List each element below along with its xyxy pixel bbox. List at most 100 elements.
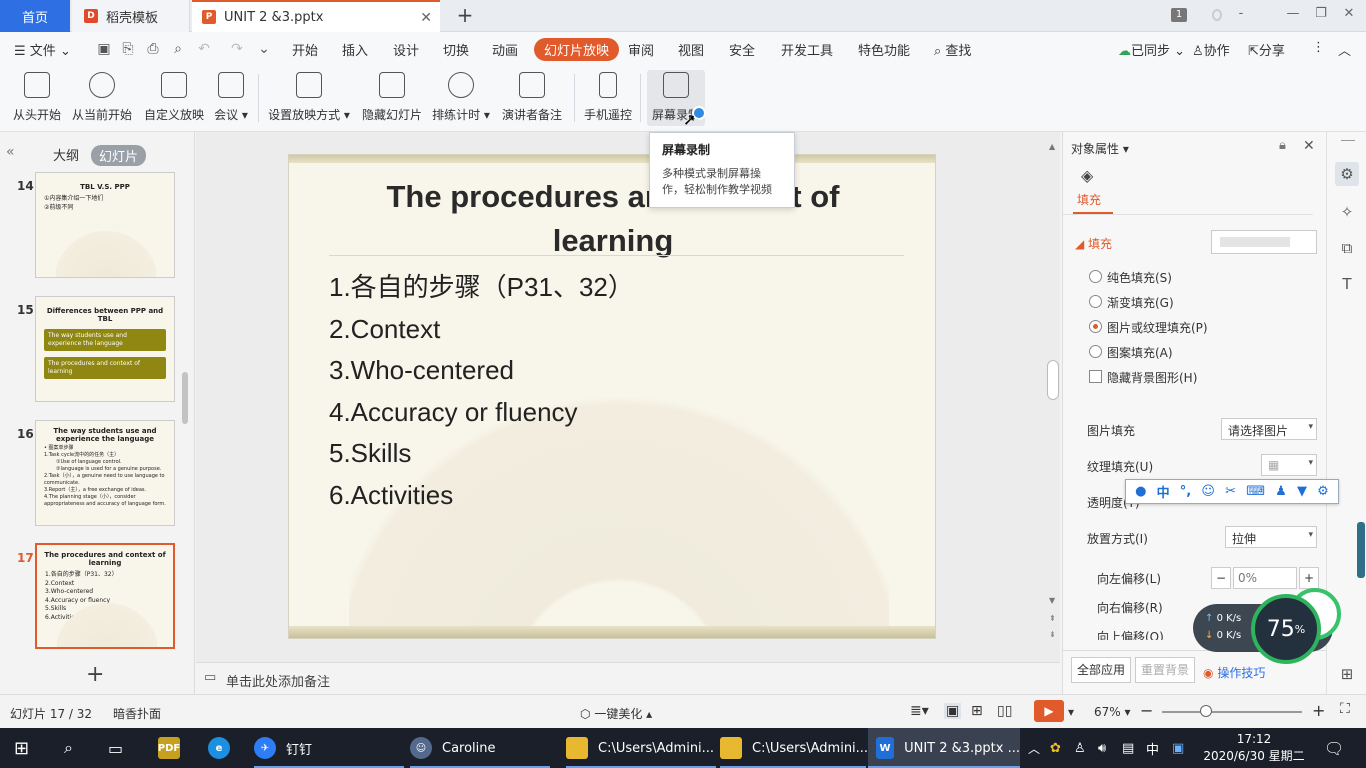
avatar[interactable] (1212, 9, 1222, 21)
tips-link[interactable]: ◉ 操作技巧 (1203, 664, 1265, 681)
increment-button[interactable]: + (1299, 567, 1319, 589)
hide-slide-button[interactable]: 隐藏幻灯片 (360, 70, 424, 126)
picture-select-dropdown[interactable]: 请选择图片 (1221, 418, 1317, 440)
search-icon[interactable]: ⌕ (64, 728, 73, 768)
tab-outline[interactable]: 大纲 (53, 145, 79, 164)
windows-start-icon[interactable]: ⊞ (14, 728, 29, 768)
taskbar-wps[interactable]: W UNIT 2 &3.pptx ... (868, 728, 1020, 768)
punctuation-icon[interactable]: °, (1180, 484, 1191, 499)
slide-thumbnail-15[interactable]: Differences between PPP and TBL The way … (35, 296, 175, 402)
zoom-slider[interactable] (1162, 711, 1302, 713)
add-slide-button[interactable]: + (86, 662, 104, 687)
from-start-button[interactable]: 从头开始 (10, 70, 64, 126)
more-icon[interactable]: ⋮ (1312, 40, 1325, 55)
taskbar-folder-2[interactable]: C:\Users\Admini... (720, 728, 868, 768)
radio-picture-fill[interactable] (1089, 320, 1102, 333)
slide-thumbnail-17[interactable]: The procedures and context of learning 1… (35, 543, 175, 649)
taskbar-caroline[interactable]: ☺ Caroline (410, 728, 496, 768)
slide-thumbnail-14[interactable]: TBL V.S. PPP ①内容集介绍一下地们 ②前级不同 (35, 172, 175, 278)
properties-icon[interactable]: ⚙ (1335, 162, 1359, 186)
fill-bucket-icon[interactable]: ◈ (1081, 166, 1093, 185)
taskbar-dingding[interactable]: ✈ 钉钉 (254, 728, 312, 768)
scroll-down-icon[interactable]: ▼ (1049, 596, 1055, 605)
emoji-icon[interactable]: ☺ (1201, 484, 1215, 499)
clock[interactable]: 17:12 2020/6/30 星期二 (1203, 728, 1304, 768)
scissors-icon[interactable]: ✂ (1225, 484, 1236, 499)
menu-design[interactable]: 设计 (393, 40, 419, 59)
print-icon[interactable]: ⎙ (145, 41, 161, 57)
menu-security[interactable]: 安全 (729, 40, 755, 59)
notes-toggle-icon[interactable]: ≣▾ (910, 703, 929, 719)
tab-template[interactable]: D 稻壳模板 (72, 0, 190, 32)
tray-expand-icon[interactable]: ︿ (1028, 728, 1040, 768)
ime-indicator[interactable]: 中 (1146, 728, 1159, 768)
network-speed-widget[interactable]: ↑ 0 K/s ↓ 0 K/s 75% (1193, 588, 1341, 664)
presenter-notes-button[interactable]: 演讲者备注 (500, 70, 564, 126)
zoom-dropdown[interactable]: 67% ▾ (1094, 705, 1131, 719)
task-view-icon[interactable]: ▭ (108, 728, 123, 768)
tab-document[interactable]: P UNIT 2 &3.pptx ✕ (192, 0, 440, 32)
from-current-button[interactable]: 从当前开始 (70, 70, 134, 126)
save-icon[interactable]: ▣ (96, 41, 112, 57)
beautify-button[interactable]: ⬡ 一键美化 ▴ (580, 705, 652, 722)
decrement-button[interactable]: − (1211, 567, 1231, 589)
current-slide[interactable]: The procedures and context of learning 1… (288, 154, 936, 639)
fill-section-header[interactable]: ◢ 填充 (1075, 235, 1112, 252)
zoom-slider-thumb[interactable] (1200, 705, 1212, 717)
menu-animation[interactable]: 动画 (492, 40, 518, 59)
share-button[interactable]: ⇱分享 (1248, 40, 1285, 59)
menu-view[interactable]: 视图 (678, 40, 704, 59)
sorter-view-icon[interactable]: ⊞ (971, 703, 983, 719)
offset-left-input[interactable]: 0% (1233, 567, 1297, 589)
window-counter-badge[interactable]: 1 (1171, 8, 1187, 22)
menu-start[interactable]: 开始 (292, 40, 318, 59)
checkbox-hide-background[interactable] (1089, 370, 1102, 383)
file-menu[interactable]: ☰ 文件 ⌄ (14, 40, 71, 59)
person-icon[interactable]: ♟ (1275, 484, 1287, 499)
radio-solid-fill[interactable] (1089, 270, 1102, 283)
menu-dash-icon[interactable]: - (1230, 6, 1252, 21)
zoom-out-icon[interactable]: − (1140, 701, 1153, 720)
tray-app-icon[interactable]: ✿ (1050, 728, 1061, 768)
prev-slide-icon[interactable]: ⇞ (1049, 614, 1056, 623)
reading-view-icon[interactable]: ▯▯ (997, 703, 1012, 719)
pdf-app[interactable]: PDF (158, 728, 190, 768)
meeting-button[interactable]: 会议 ▾ (212, 70, 250, 126)
play-options-icon[interactable]: ▾ (1068, 705, 1074, 719)
radio-pattern-fill[interactable] (1089, 345, 1102, 358)
placement-dropdown[interactable]: 拉伸 (1225, 526, 1317, 548)
close-tab-icon[interactable]: ✕ (420, 10, 432, 26)
play-slideshow-button[interactable]: ▶ (1034, 700, 1064, 722)
slide-thumbnail-16[interactable]: The way students use and experience the … (35, 420, 175, 526)
collab-button[interactable]: ♙协作 (1192, 40, 1230, 59)
menu-transition[interactable]: 切换 (443, 40, 469, 59)
phone-remote-button[interactable]: 手机遥控 (582, 70, 634, 126)
side-slider[interactable] (1357, 522, 1365, 578)
menu-review[interactable]: 审阅 (628, 40, 654, 59)
radio-gradient-fill[interactable] (1089, 295, 1102, 308)
skin-icon[interactable]: ▼ (1297, 484, 1307, 499)
canvas-scrollbar[interactable] (1047, 360, 1059, 400)
menu-slideshow[interactable]: 幻灯片放映 (534, 38, 620, 61)
preview-icon[interactable]: ⌕ (170, 41, 186, 57)
texture-dropdown[interactable]: ▦ (1261, 454, 1317, 476)
rehearse-timing-button[interactable]: 排练计时 ▾ (432, 70, 490, 126)
animation-icon[interactable]: ✧ (1335, 200, 1359, 224)
collapse-pane-icon[interactable]: « (6, 144, 15, 160)
new-tab-button[interactable]: + (454, 4, 476, 26)
normal-view-icon[interactable]: ▣ (944, 703, 962, 719)
scroll-up-icon[interactable]: ▲ (1049, 142, 1055, 151)
custom-show-button[interactable]: 自定义放映 (142, 70, 206, 126)
notes-pane[interactable]: ▭ 单击此处添加备注 (196, 662, 1060, 694)
restore-icon[interactable]: ❐ (1310, 6, 1332, 21)
apply-all-button[interactable]: 全部应用 (1071, 657, 1131, 683)
next-slide-icon[interactable]: ⇟ (1049, 630, 1056, 639)
lock-icon[interactable]: 🔒︎ (1279, 138, 1286, 153)
menu-features[interactable]: 特色功能 (858, 40, 910, 59)
settings-icon[interactable]: ⚙ (1317, 484, 1329, 499)
menu-insert[interactable]: 插入 (342, 40, 368, 59)
slide-title[interactable]: The procedures and context of learning (289, 175, 935, 263)
fill-preview-dropdown[interactable] (1211, 230, 1317, 254)
tab-slides[interactable]: 幻灯片 (91, 145, 147, 166)
menu-developer[interactable]: 开发工具 (781, 40, 833, 59)
